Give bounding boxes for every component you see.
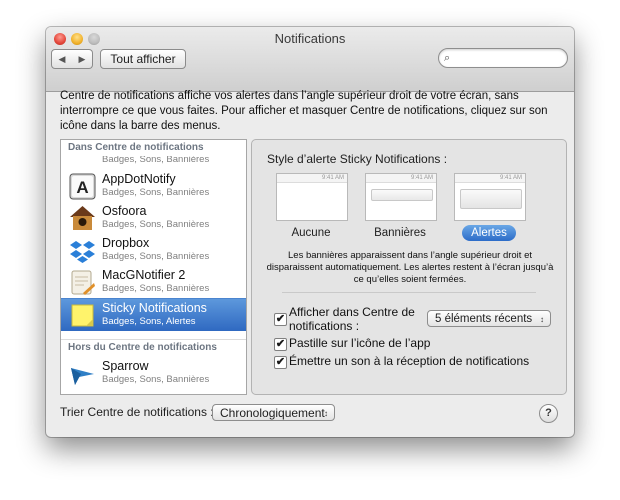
forward-button[interactable]: ▶	[72, 49, 93, 69]
birdhouse-icon	[70, 206, 95, 230]
style-none-label[interactable]: Aucune	[276, 227, 346, 239]
list-item-osfoora[interactable]: Osfoora Badges, Sons, Bannières	[61, 202, 246, 234]
sticky-note-icon	[71, 304, 94, 327]
back-arrow-icon: ◀	[58, 54, 66, 64]
list-item-sub: Badges, Sons, Alertes	[102, 316, 196, 327]
style-alerts-label-selected[interactable]: Alertes	[462, 225, 516, 241]
list-item-sparrow[interactable]: Sparrow Badges, Sons, Bannières	[61, 357, 246, 389]
list-item-sub: Badges, Sons, Bannières	[102, 187, 210, 198]
section-header-in-center: Dans Centre de notifications	[61, 140, 246, 156]
style-banners-label[interactable]: Bannières	[365, 227, 435, 239]
list-item-sub: Badges, Sons, Bannières	[102, 374, 210, 385]
badge-checkbox[interactable]: ✔	[274, 338, 287, 351]
menu-bar-preview: 9:41 AM	[277, 174, 347, 183]
detail-panel: Style d’alerte Sticky Notifications : 9:…	[251, 139, 567, 395]
section-header-out-of-center: Hors du Centre de notifications	[61, 339, 246, 355]
banner-preview	[371, 189, 433, 201]
alert-style-title: Style d’alerte Sticky Notifications :	[267, 152, 448, 166]
badge-label: Pastille sur l’icône de l’app	[289, 336, 431, 350]
list-item-sticky-notifications[interactable]: Sticky Notifications Badges, Sons, Alert…	[61, 298, 246, 331]
list-item-name: Sparrow	[102, 359, 149, 373]
style-alerts-preview[interactable]: 9:41 AM	[454, 173, 526, 221]
list-item-name: Osfoora	[102, 204, 147, 218]
updown-arrows-icon: ↕	[540, 315, 544, 324]
back-button[interactable]: ◀	[51, 49, 73, 69]
updown-arrows-icon: ↕	[324, 409, 328, 418]
dropbox-icon	[70, 241, 95, 263]
style-explanation: Les bannières apparaissent dans l’angle …	[266, 250, 554, 285]
menu-bar-preview: 9:41 AM	[366, 174, 436, 183]
help-button[interactable]: ?	[539, 404, 558, 423]
list-item-sub: Badges, Sons, Bannières	[102, 283, 210, 294]
description-text: Centre de notifications affiche vos aler…	[60, 90, 548, 132]
show-in-center-label: Afficher dans Centre de notifications :	[289, 305, 415, 333]
alert-preview	[460, 189, 522, 209]
show-in-center-checkbox[interactable]: ✔	[274, 313, 287, 326]
list-item-sub: Badges, Sons, Bannières	[102, 251, 210, 262]
window-title: Notifications	[274, 31, 346, 46]
sort-label: Trier Centre de notifications :	[60, 405, 214, 419]
checkmark-icon: ✔	[275, 356, 286, 368]
checkmark-icon: ✔	[275, 338, 286, 350]
list-item-name: Sticky Notifications	[102, 301, 207, 315]
appdotnotify-icon: A	[69, 173, 96, 200]
macgnotifier-icon	[71, 270, 95, 295]
recent-items-popup[interactable]: 5 éléments récents ↕	[427, 310, 551, 327]
list-item-name: Dropbox	[102, 236, 150, 250]
sort-order-value: Chronologiquement	[220, 406, 325, 420]
show-all-button[interactable]: Tout afficher	[100, 49, 186, 69]
style-banners-preview[interactable]: 9:41 AM	[365, 173, 437, 221]
style-none-preview[interactable]: 9:41 AM	[276, 173, 348, 221]
sound-checkbox[interactable]: ✔	[274, 356, 287, 369]
search-field[interactable]: ⌕	[438, 48, 568, 68]
svg-text:A: A	[76, 178, 88, 197]
list-item-dropbox[interactable]: Dropbox Badges, Sons, Bannières	[61, 234, 246, 266]
menu-bar-preview: 9:41 AM	[455, 174, 525, 183]
divider	[282, 292, 536, 293]
list-item-name: AppDotNotify	[102, 172, 176, 186]
forward-arrow-icon: ▶	[78, 54, 86, 64]
titlebar: Notifications ◀ ▶ Tout afficher ⌕	[46, 27, 574, 92]
list-item-sub: Badges, Sons, Bannières	[102, 219, 210, 230]
list-item-appdotnotify[interactable]: A AppDotNotify Badges, Sons, Bannières	[61, 170, 246, 202]
list-item-macgnotifier[interactable]: MacGNotifier 2 Badges, Sons, Bannières	[61, 266, 246, 298]
notifications-window: Notifications ◀ ▶ Tout afficher ⌕ Centre…	[46, 27, 574, 437]
sort-order-popup[interactable]: Chronologiquement ↕	[212, 404, 335, 421]
checkmark-icon: ✔	[275, 313, 286, 325]
sound-label: Émettre un son à la réception de notific…	[289, 354, 530, 368]
list-item-name: MacGNotifier 2	[102, 268, 186, 282]
app-list[interactable]: Badges, Sons, Bannières Dans Centre de n…	[60, 139, 247, 395]
search-icon: ⌕	[444, 52, 451, 64]
recent-items-value: 5 éléments récents	[435, 313, 533, 325]
sparrow-bird-icon	[71, 368, 94, 385]
